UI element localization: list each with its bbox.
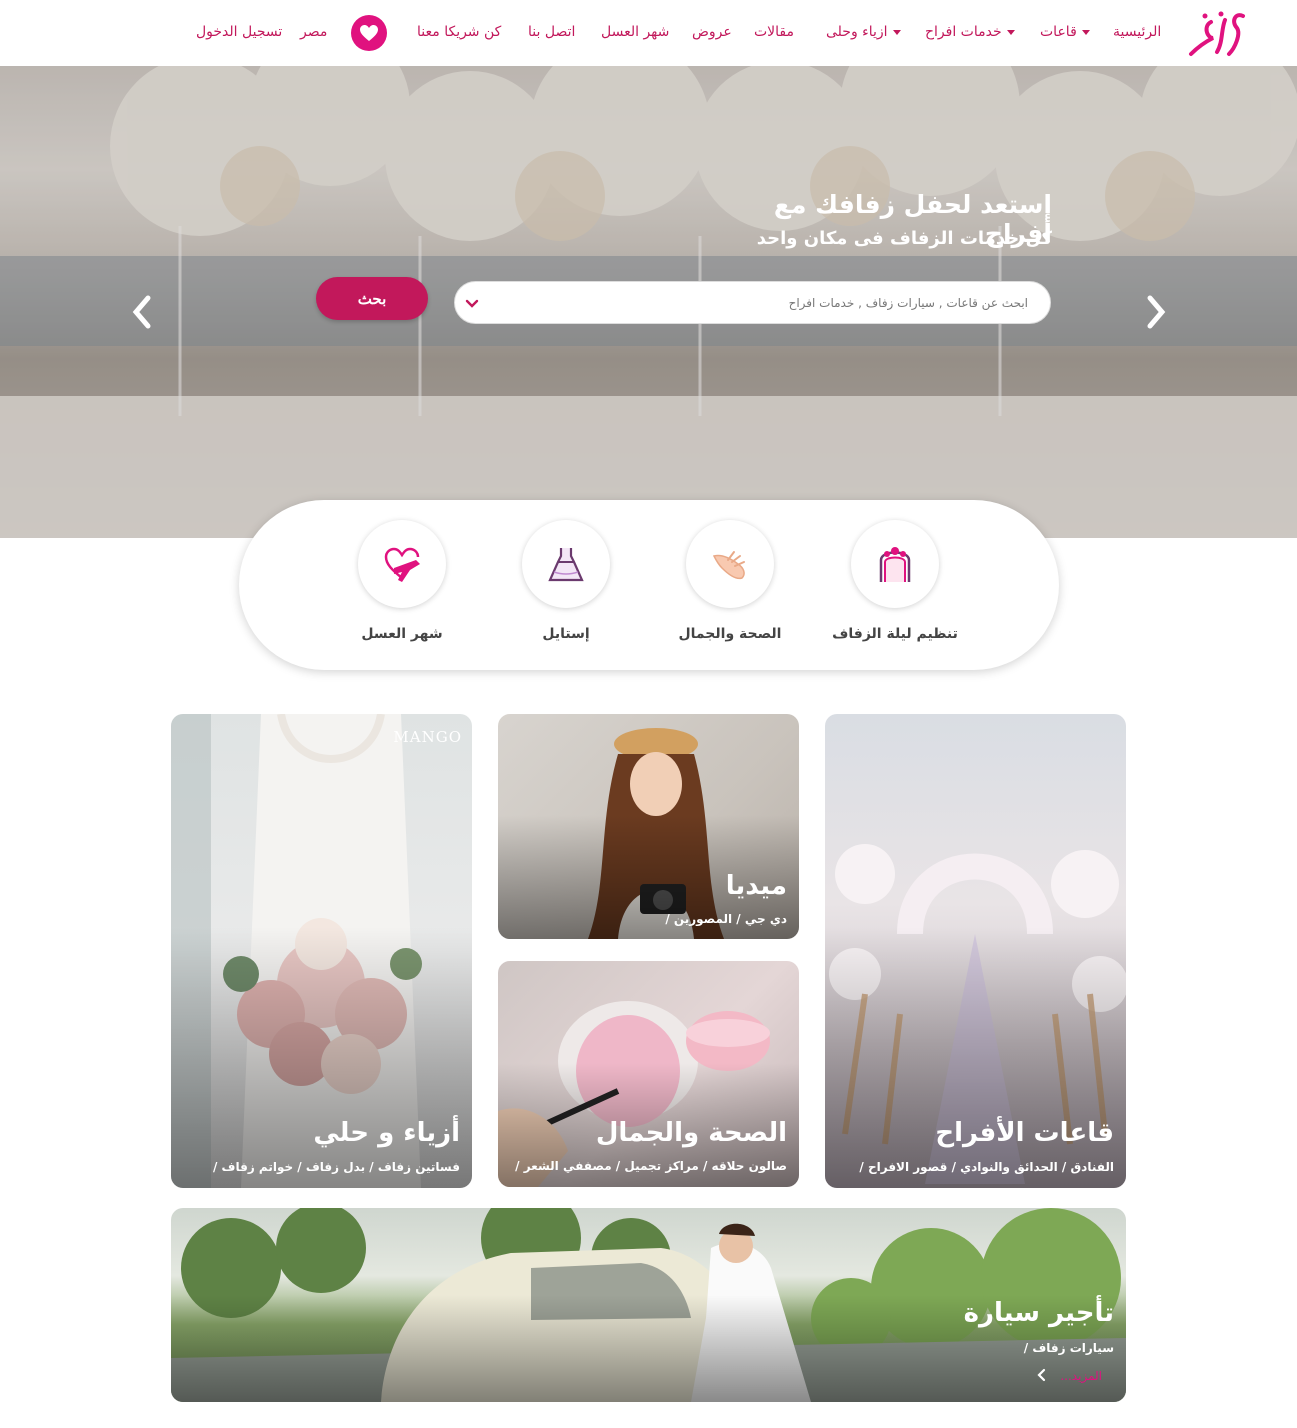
top-navbar: الرئيسية قاعات خدمات افراح ازياء وحلى مق… bbox=[0, 0, 1297, 66]
card-halls[interactable]: قاعات الأفراح الفنادق / الحدائق والنوادي… bbox=[825, 714, 1126, 1188]
card-car-rental[interactable]: تأجير سيارة سيارات زفاف / المزيد... bbox=[171, 1208, 1126, 1402]
nav-offers[interactable]: عروض bbox=[692, 24, 732, 40]
nav-honeymoon[interactable]: شهر العسل bbox=[601, 24, 669, 40]
nav-halls-label: قاعات bbox=[1040, 24, 1077, 40]
country-selector[interactable]: مصر bbox=[300, 24, 327, 40]
nav-wedding-services[interactable]: خدمات افراح bbox=[925, 24, 1015, 40]
search-input[interactable] bbox=[495, 282, 1040, 323]
search-button[interactable]: بحث bbox=[316, 277, 428, 320]
heart-icon bbox=[360, 25, 378, 41]
nav-partner[interactable]: كن شريكا معنا bbox=[417, 24, 501, 40]
chevron-down-icon[interactable] bbox=[463, 294, 481, 312]
chevron-left-icon[interactable] bbox=[128, 294, 156, 330]
more-link[interactable]: المزيد... bbox=[1060, 1369, 1102, 1383]
card-fashion[interactable]: MANGO أزياء و حلي فساتين زفاف / بدل زفاف… bbox=[171, 714, 472, 1188]
category-label: إستايل bbox=[542, 626, 590, 642]
category-honeymoon[interactable]: شهر العسل bbox=[337, 520, 467, 642]
card-title: الصحة والجمال bbox=[595, 1118, 787, 1148]
dress-icon bbox=[548, 548, 584, 582]
category-label: الصحة والجمال bbox=[678, 626, 782, 642]
category-style[interactable]: إستايل bbox=[501, 520, 631, 642]
nav-wedding-services-label: خدمات افراح bbox=[925, 24, 1002, 40]
afrah-logo[interactable] bbox=[1185, 8, 1251, 60]
mango-watermark: MANGO bbox=[393, 728, 462, 746]
card-title: تأجير سيارة bbox=[963, 1298, 1114, 1328]
categories-bar: تنظيم ليلة الزفاف الصحة والجمال إستايل ش… bbox=[239, 500, 1059, 670]
nav-fashion-label: ازياء وحلى bbox=[826, 24, 888, 40]
card-title: أزياء و حلي bbox=[313, 1118, 460, 1148]
nav-fashion[interactable]: ازياء وحلى bbox=[826, 24, 901, 40]
chevron-down-icon bbox=[892, 29, 901, 35]
search-box bbox=[454, 281, 1051, 324]
category-label: تنظيم ليلة الزفاف bbox=[832, 626, 958, 642]
chevron-left-icon[interactable] bbox=[1036, 1368, 1048, 1382]
card-links[interactable]: الفنادق / الحدائق والنوادي / قصور الافرا… bbox=[859, 1160, 1114, 1174]
category-label: شهر العسل bbox=[361, 626, 443, 642]
wedding-arch-icon bbox=[879, 547, 911, 582]
hero-subtitle: كل خدمات الزفاف فى مكان واحد bbox=[756, 228, 1052, 249]
card-title: قاعات الأفراح bbox=[935, 1118, 1114, 1148]
category-wedding-night[interactable]: تنظيم ليلة الزفاف bbox=[830, 520, 960, 642]
login-link[interactable]: تسجيل الدخول bbox=[196, 24, 282, 40]
card-media[interactable]: ميديا دي جي / المصورين / bbox=[498, 714, 799, 939]
nav-home[interactable]: الرئيسية bbox=[1113, 24, 1161, 40]
card-title: ميديا bbox=[725, 871, 787, 901]
plane-heart-icon bbox=[384, 547, 420, 582]
chevron-right-icon[interactable] bbox=[1142, 294, 1170, 330]
chevron-down-icon bbox=[1006, 29, 1015, 35]
card-links[interactable]: دي جي / المصورين / bbox=[665, 912, 787, 926]
nav-articles[interactable]: مقالات bbox=[754, 24, 794, 40]
nav-halls[interactable]: قاعات bbox=[1040, 24, 1090, 40]
category-health-beauty[interactable]: الصحة والجمال bbox=[665, 520, 795, 642]
card-beauty[interactable]: الصحة والجمال صالون حلاقه / مراكز تجميل … bbox=[498, 961, 799, 1187]
favorites-button[interactable] bbox=[351, 15, 387, 51]
card-links[interactable]: فساتين زفاف / بدل زفاف / خواتم زفاف / bbox=[213, 1160, 460, 1174]
card-links[interactable]: سيارات زفاف / bbox=[1024, 1341, 1114, 1355]
card-links[interactable]: صالون حلاقه / مراكز تجميل / مصففي الشعر … bbox=[515, 1159, 787, 1173]
hero-banner: إستعد لحفل زفافك مع أفراح كل خدمات الزفا… bbox=[0, 66, 1297, 538]
hand-care-icon bbox=[712, 551, 745, 580]
chevron-down-icon bbox=[1081, 29, 1090, 35]
nav-contact[interactable]: اتصل بنا bbox=[528, 24, 575, 40]
